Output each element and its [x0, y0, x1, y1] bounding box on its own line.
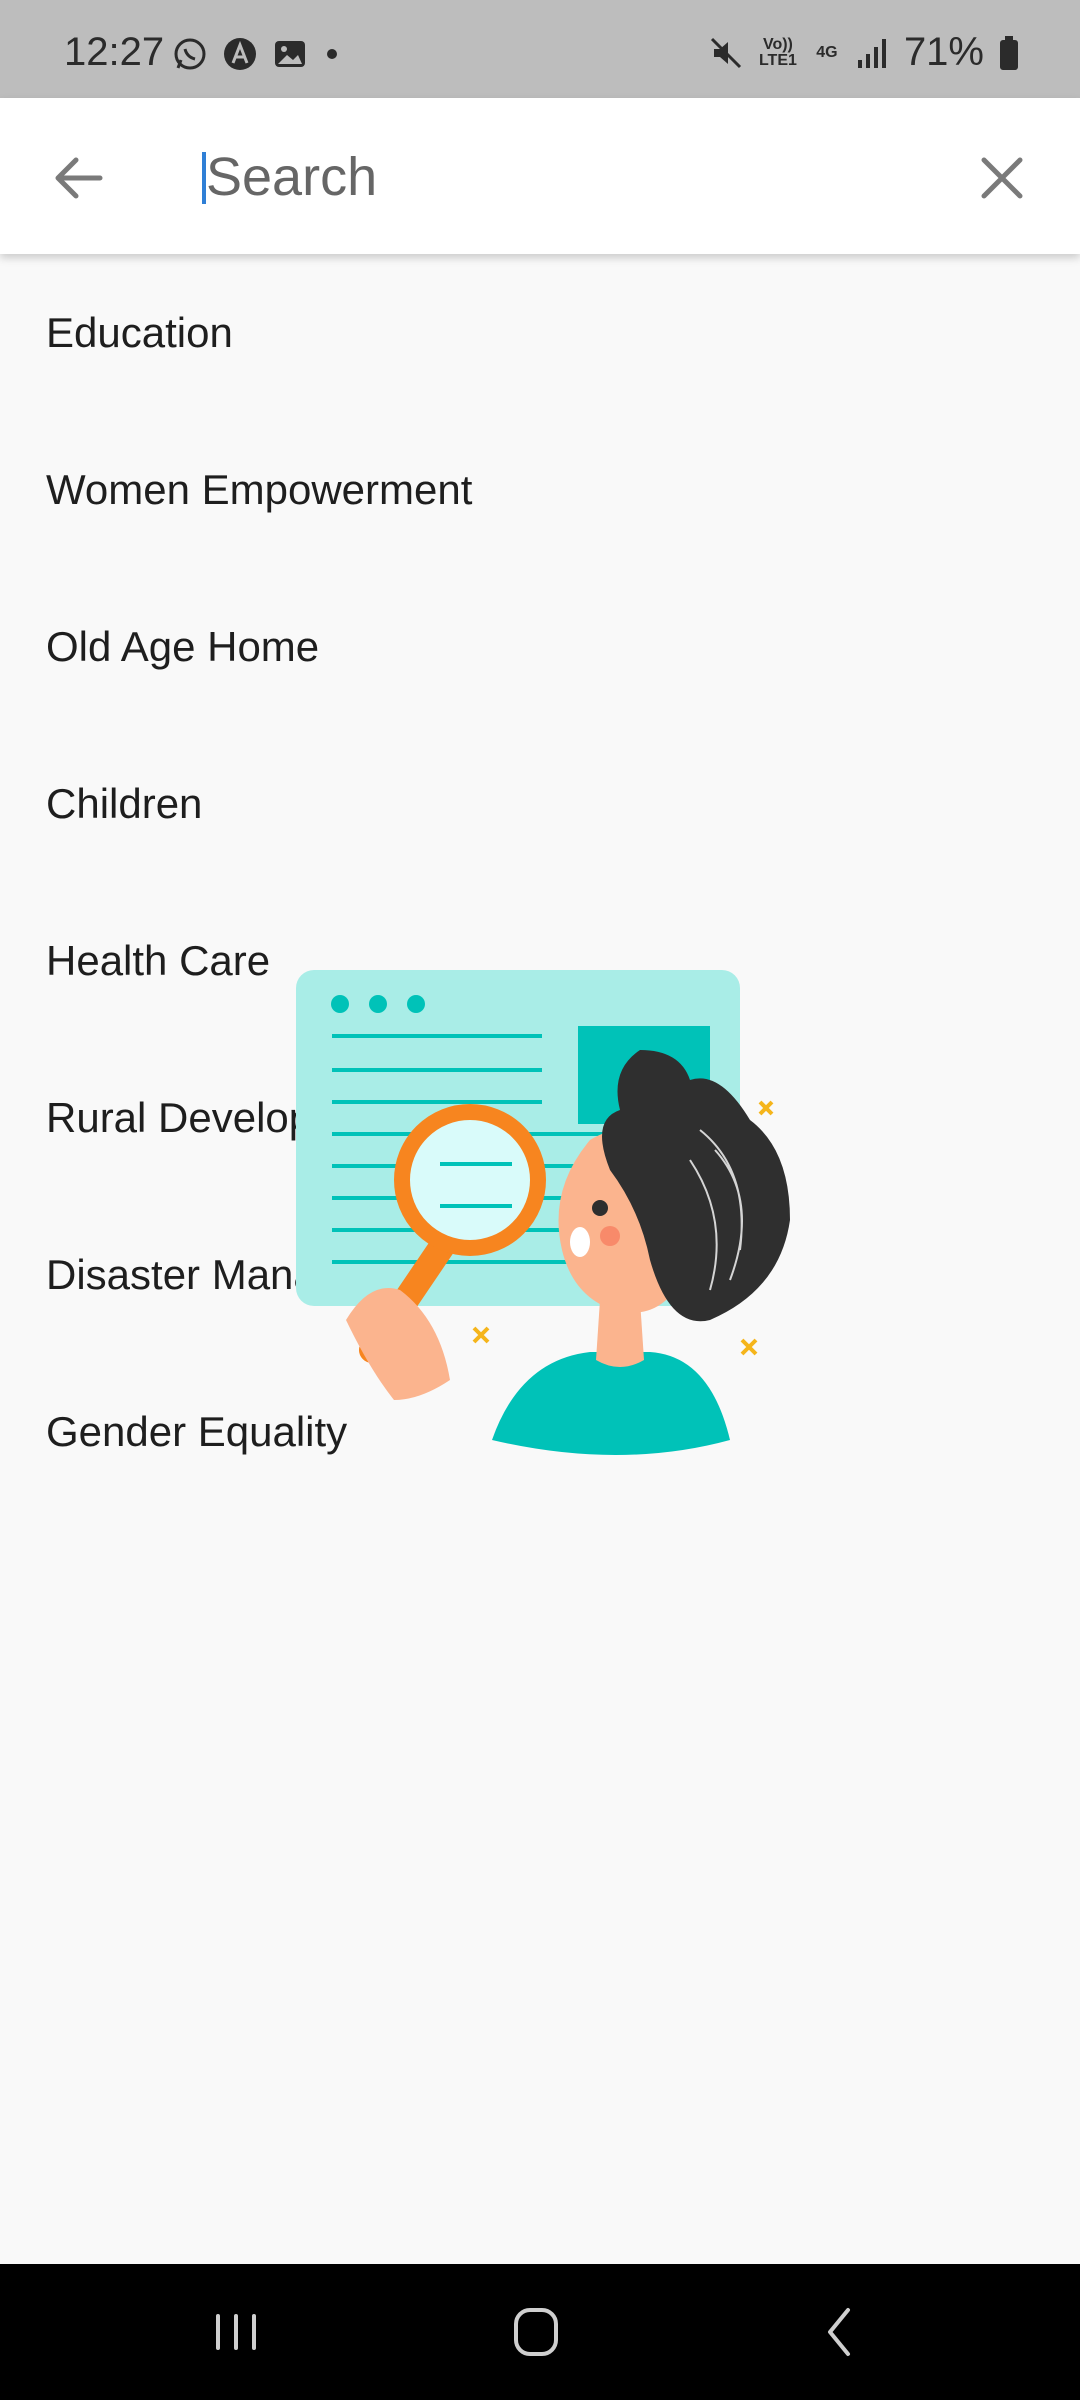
list-item-label: Women Empowerment [46, 466, 473, 513]
list-item-label: Education [46, 309, 233, 356]
back-arrow-icon[interactable] [40, 140, 116, 216]
status-right: Vo)) LTE1 4G 71% [708, 30, 1020, 75]
4g-icon: 4G [816, 43, 838, 61]
list-item-women-empowerment[interactable]: Women Empowerment [0, 411, 1080, 568]
recent-apps-icon[interactable] [196, 2302, 276, 2362]
close-icon[interactable] [964, 140, 1040, 216]
whatsapp-icon [174, 38, 206, 70]
status-left-icons [172, 36, 342, 72]
maps-a-icon [224, 38, 256, 70]
home-icon[interactable] [496, 2302, 576, 2362]
search-illustration [296, 970, 790, 1455]
dot-icon [327, 49, 337, 59]
signal-icon [857, 38, 886, 68]
back-nav-icon[interactable] [800, 2302, 880, 2362]
list-item-label: Children [46, 780, 203, 827]
status-time: 12:27 [64, 30, 165, 74]
list-item-label: Old Age Home [46, 623, 320, 670]
list-item-children[interactable]: Children [0, 725, 1080, 882]
gallery-icon [275, 41, 305, 67]
battery-percent: 71% [903, 30, 984, 74]
status-bar: 12:27 Vo)) LTE1 4G 71% [0, 0, 1080, 98]
search-input[interactable] [204, 136, 968, 218]
list-item-education[interactable]: Education [0, 254, 1080, 411]
battery-icon [1000, 35, 1018, 70]
mute-icon [710, 37, 741, 68]
volte-icon: Vo)) LTE1 [758, 35, 797, 69]
system-nav-bar [0, 2264, 1080, 2400]
list-item-old-age-home[interactable]: Old Age Home [0, 568, 1080, 725]
search-app-bar [0, 98, 1080, 254]
list-item-label: Health Care [46, 937, 271, 984]
